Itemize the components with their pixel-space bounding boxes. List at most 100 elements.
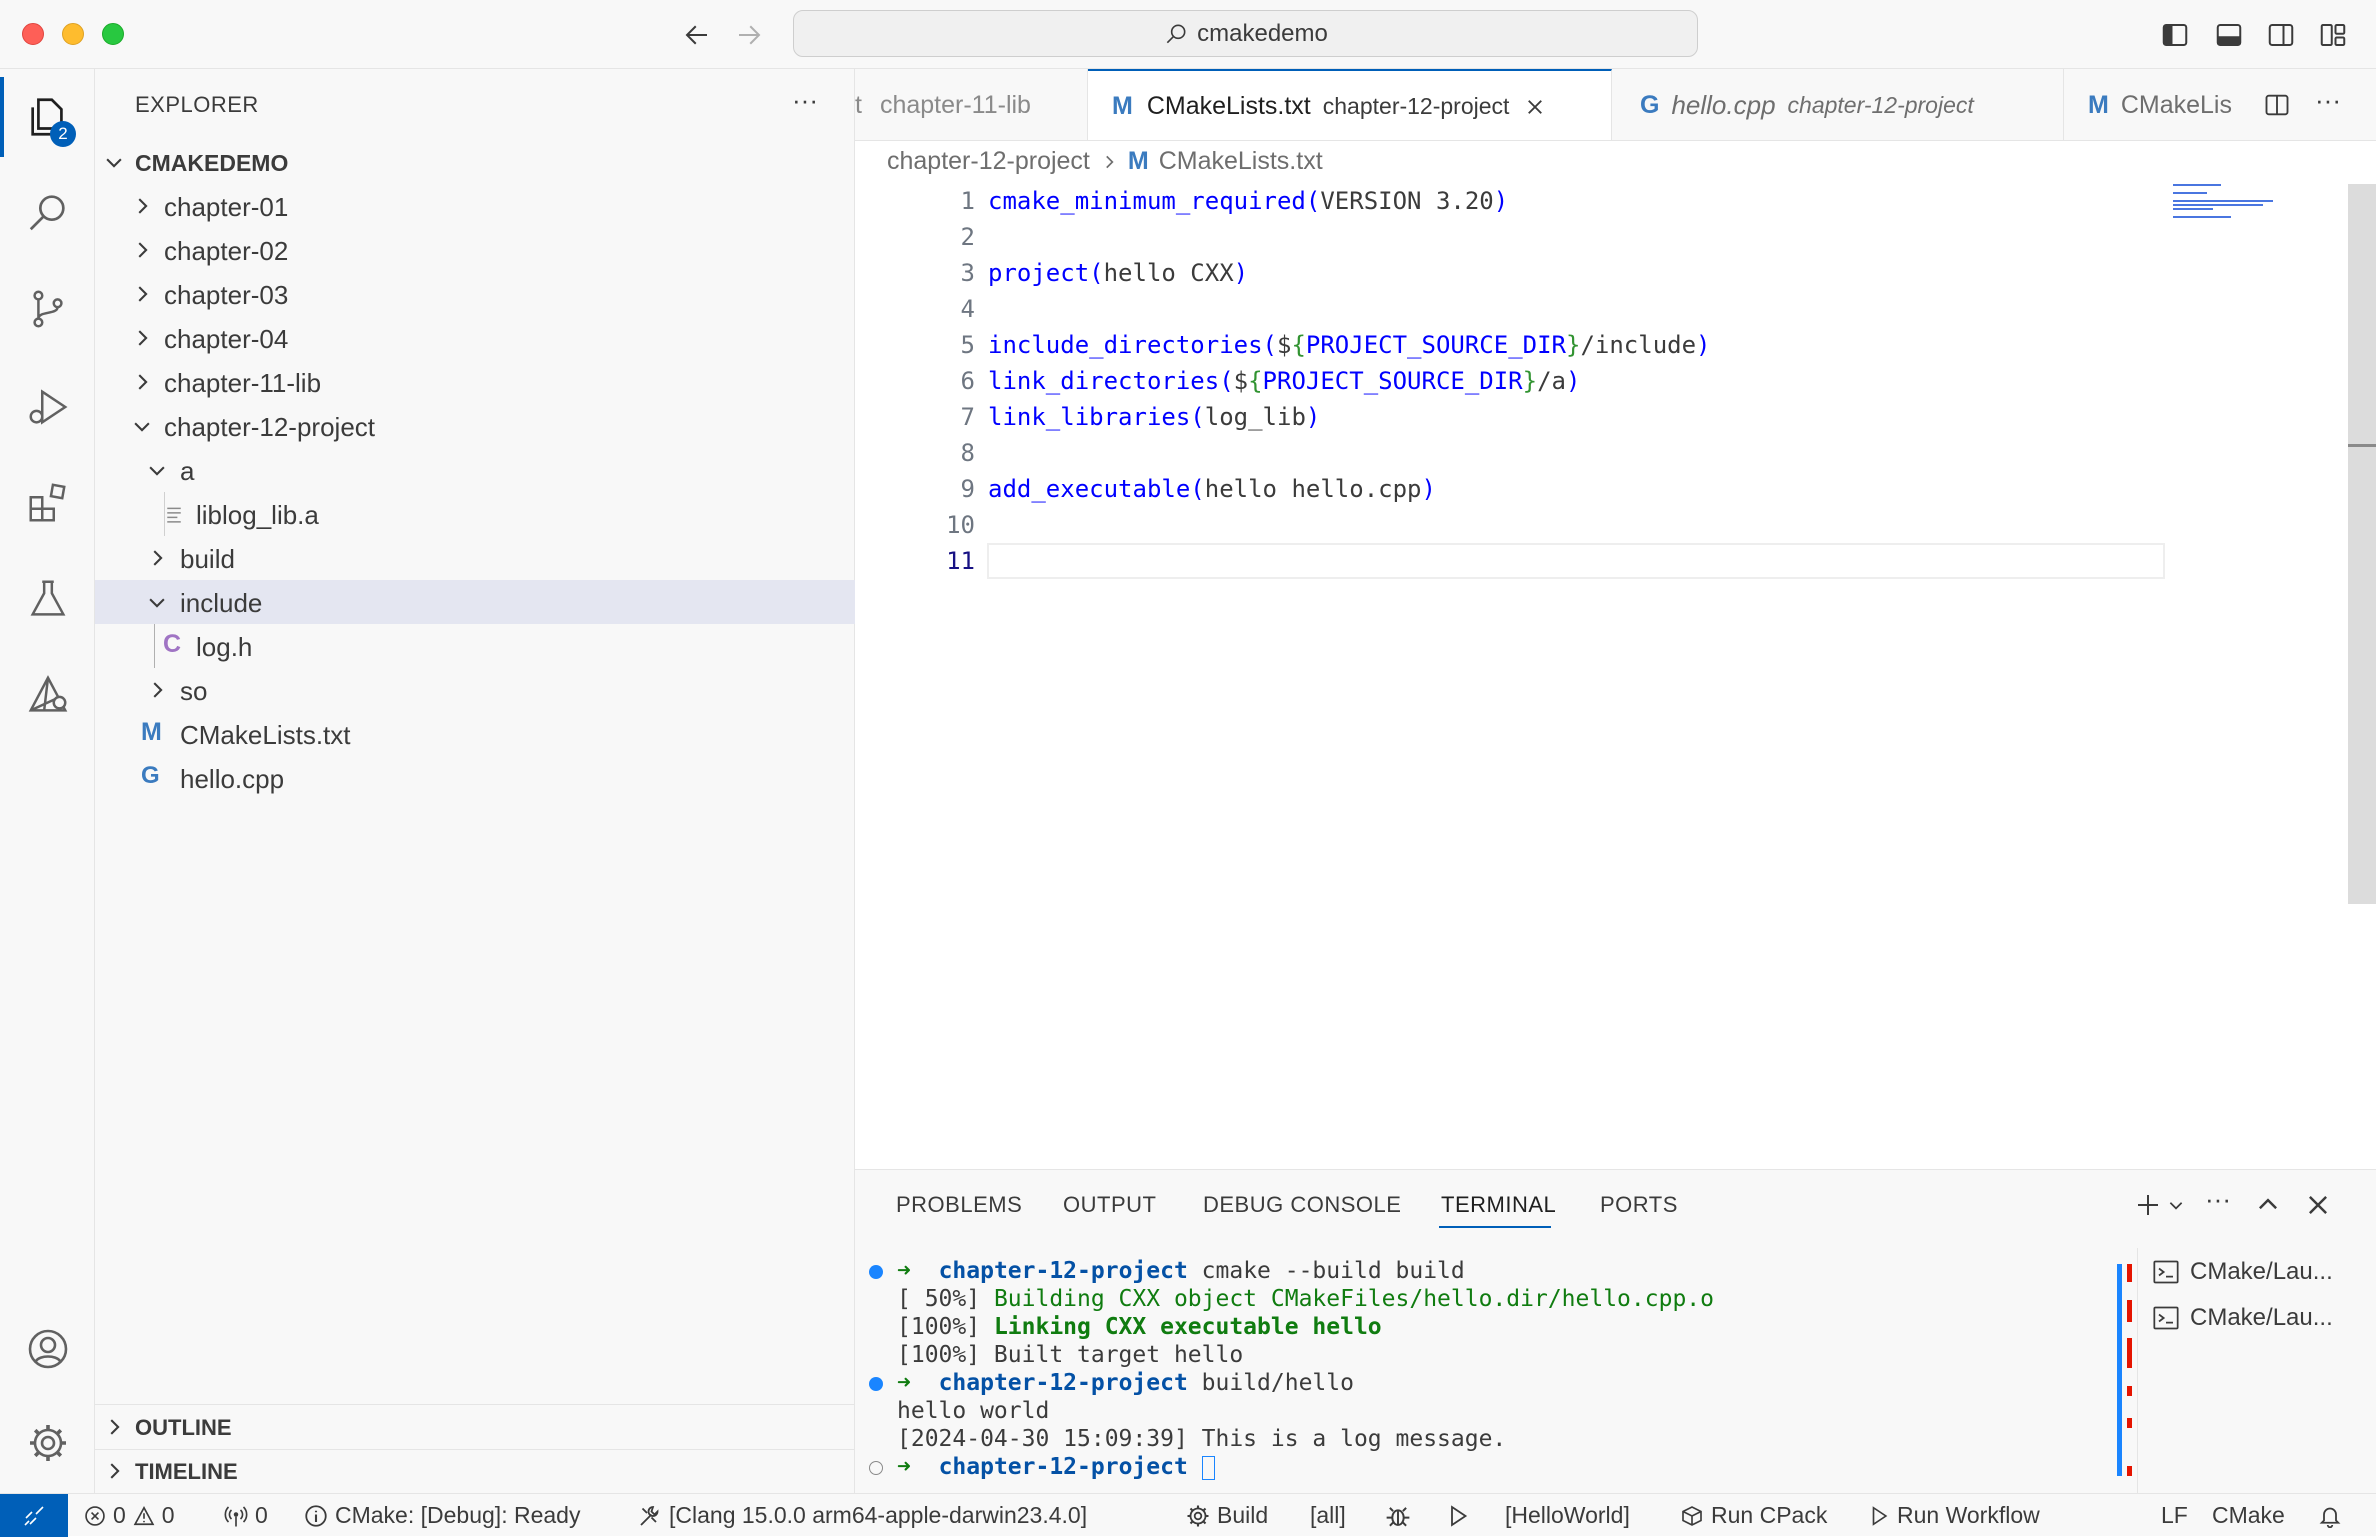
tree-item-hello-cpp[interactable]: G hello.cpp: [95, 756, 855, 800]
tab-hello-cpp[interactable]: G hello.cpp chapter-12-project: [1612, 69, 2064, 140]
end-of-line[interactable]: LF: [2161, 1494, 2188, 1537]
back-arrow-icon[interactable]: [682, 20, 712, 50]
more-actions-icon[interactable]: ···: [2315, 85, 2341, 116]
close-icon[interactable]: [1525, 97, 1545, 117]
current-line-highlight: [987, 543, 2165, 579]
tree-item-chapter-01[interactable]: chapter-01: [95, 184, 855, 228]
tab-chapter-11-lib[interactable]: t chapter-11-lib: [855, 69, 1088, 140]
search-icon: [1163, 21, 1189, 47]
more-actions-icon[interactable]: ···: [2205, 1184, 2231, 1215]
tree-item-liblog-lib-a[interactable]: liblog_lib.a: [95, 492, 855, 536]
launch-target[interactable]: [HelloWorld]: [1505, 1494, 1630, 1537]
error-icon: [84, 1505, 106, 1527]
language-mode[interactable]: CMake: [2212, 1494, 2285, 1537]
workspace-root-label: CMAKEDEMO: [135, 150, 289, 176]
new-terminal-plus-icon[interactable]: [2133, 1190, 2163, 1220]
tree-item-label: CMakeLists.txt: [180, 720, 351, 750]
explorer-icon[interactable]: 2: [0, 77, 95, 157]
active-tab-underline: [1439, 1226, 1551, 1228]
maximize-window-button[interactable]: [102, 23, 124, 45]
tab-problems[interactable]: PROBLEMS: [896, 1192, 1022, 1218]
toggle-primary-sidebar-icon[interactable]: [2160, 20, 2190, 50]
build-target[interactable]: [all]: [1310, 1494, 1346, 1537]
minimize-window-button[interactable]: [62, 23, 84, 45]
chevron-right-icon: [131, 371, 153, 393]
build-button[interactable]: Build: [1186, 1494, 1268, 1537]
notifications-bell-icon[interactable]: [2318, 1494, 2342, 1537]
timeline-section[interactable]: TIMELINE: [95, 1449, 855, 1493]
bottom-panel: PROBLEMS OUTPUT DEBUG CONSOLE TERMINAL P…: [855, 1169, 2376, 1494]
outline-section[interactable]: OUTLINE: [95, 1405, 855, 1449]
tab-terminal[interactable]: TERMINAL: [1441, 1192, 1556, 1218]
tree-item-a[interactable]: a: [95, 448, 855, 492]
terminal-list-item[interactable]: CMake/Lau...: [2152, 1258, 2333, 1286]
chevron-down-icon[interactable]: [2167, 1196, 2185, 1214]
cmake-file-icon: M: [1112, 92, 1133, 120]
problems-status[interactable]: 0 0: [84, 1494, 175, 1537]
terminal-list-item[interactable]: CMake/Lau...: [2152, 1304, 2333, 1332]
minimap[interactable]: [2173, 184, 2293, 224]
tree-item-so[interactable]: so: [95, 668, 855, 712]
tab-cmakelists-active[interactable]: M CMakeLists.txt chapter-12-project: [1088, 69, 1612, 140]
warning-icon: [133, 1505, 155, 1527]
accounts-icon[interactable]: [0, 1309, 95, 1389]
tree-item-chapter-11-lib[interactable]: chapter-11-lib: [95, 360, 855, 404]
close-window-button[interactable]: [22, 23, 44, 45]
command-center-search[interactable]: cmakedemo: [793, 10, 1698, 57]
testing-icon[interactable]: [0, 559, 95, 639]
tree-item-chapter-02[interactable]: chapter-02: [95, 228, 855, 272]
ports-status[interactable]: 0: [224, 1494, 268, 1537]
editor-scrollbar[interactable]: [2348, 184, 2376, 904]
terminal-line: ➜ chapter-12-project cmake --build build: [897, 1258, 1465, 1284]
toggle-panel-icon[interactable]: [2214, 20, 2244, 50]
terminal-error-marker: [2127, 1300, 2132, 1322]
more-actions-icon[interactable]: ···: [792, 85, 818, 116]
run-workflow-button[interactable]: Run Workflow: [1868, 1494, 2040, 1537]
cmake-tools-icon[interactable]: [0, 655, 95, 735]
tree-item-label: a: [180, 456, 195, 486]
editor-tabs: t chapter-11-lib M CMakeLists.txt chapte…: [855, 69, 2376, 141]
editor-area[interactable]: chapter-12-project M CMakeLists.txt 1 cma…: [855, 141, 2376, 1169]
window-title: cmakedemo: [1197, 19, 1328, 47]
debug-bug-icon[interactable]: [1385, 1494, 1411, 1537]
extensions-icon[interactable]: [0, 463, 95, 543]
cmake-status[interactable]: CMake: [Debug]: Ready: [304, 1494, 580, 1537]
chevron-right-icon: [103, 1416, 125, 1438]
tab-debug-console[interactable]: DEBUG CONSOLE: [1203, 1192, 1401, 1218]
terminal-line: [100%] Built target hello: [897, 1342, 1244, 1368]
title-bar: cmakedemo: [0, 0, 2376, 69]
remote-indicator[interactable]: [0, 1494, 68, 1537]
toggle-secondary-sidebar-icon[interactable]: [2266, 20, 2296, 50]
search-icon[interactable]: [0, 172, 95, 252]
cpp-file-icon: G: [141, 762, 160, 789]
workspace-root[interactable]: CMAKEDEMO: [95, 140, 855, 184]
tree-item-build[interactable]: build: [95, 536, 855, 580]
run-cpack-button[interactable]: Run CPack: [1680, 1494, 1827, 1537]
terminal-area[interactable]: ➜ chapter-12-project cmake --build build…: [855, 1248, 2115, 1494]
status-bar: 0 0 0 CMake: [Debug]: Ready [Clang 15.0.…: [0, 1493, 2376, 1537]
breadcrumb-folder[interactable]: chapter-12-project: [887, 147, 1090, 176]
run-and-debug-icon[interactable]: [0, 367, 95, 447]
maximize-panel-icon[interactable]: [2255, 1192, 2281, 1218]
tab-ports[interactable]: PORTS: [1600, 1192, 1678, 1218]
source-control-icon[interactable]: [0, 269, 95, 349]
tree-item-include[interactable]: include: [95, 580, 855, 624]
tree-item-chapter-03[interactable]: chapter-03: [95, 272, 855, 316]
tab-output[interactable]: OUTPUT: [1063, 1192, 1156, 1218]
tree-item-cmakelists[interactable]: M CMakeLists.txt: [95, 712, 855, 756]
breadcrumb-file[interactable]: CMakeLists.txt: [1159, 147, 1323, 176]
close-panel-icon[interactable]: [2305, 1192, 2331, 1218]
gear-icon: [1186, 1504, 1210, 1528]
run-play-icon[interactable]: [1446, 1494, 1470, 1537]
cmake-kit[interactable]: [Clang 15.0.0 arm64-apple-darwin23.4.0]: [638, 1494, 1087, 1537]
tree-item-log-h[interactable]: C log.h: [95, 624, 855, 668]
tree-item-chapter-04[interactable]: chapter-04: [95, 316, 855, 360]
forward-arrow-icon[interactable]: [734, 20, 764, 50]
tab-name: CMakeLis: [2120, 90, 2232, 119]
tab-description: chapter-12-project: [1787, 91, 1974, 118]
split-editor-icon[interactable]: [2263, 91, 2291, 119]
customize-layout-icon[interactable]: [2318, 20, 2348, 50]
chevron-right-icon: [131, 283, 153, 305]
tree-item-chapter-12-project[interactable]: chapter-12-project: [95, 404, 855, 448]
settings-gear-icon[interactable]: [0, 1403, 95, 1483]
